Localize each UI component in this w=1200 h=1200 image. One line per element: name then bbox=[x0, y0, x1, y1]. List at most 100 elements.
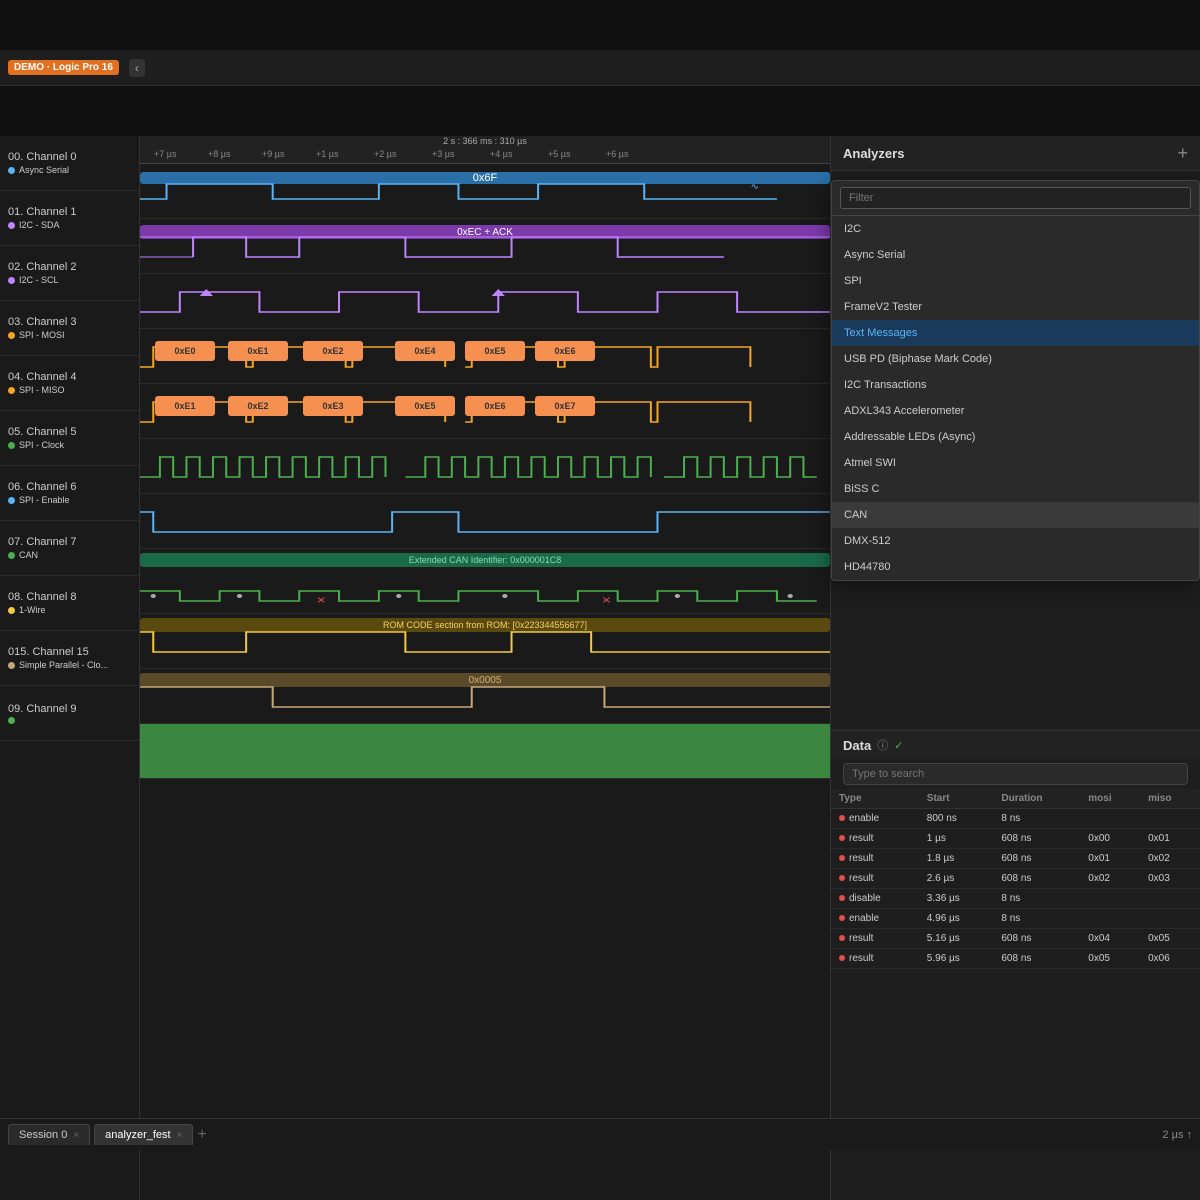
dropdown-item-dmx512[interactable]: DMX-512 bbox=[832, 528, 1199, 554]
channel-color-08 bbox=[8, 607, 15, 614]
cell-duration: 608 ns bbox=[993, 849, 1080, 869]
tab-add-button[interactable]: + bbox=[197, 1126, 206, 1144]
data-header: Data ⓘ ✓ bbox=[831, 731, 1200, 759]
top-bar: DEMO · Logic Pro 16 ‹ bbox=[0, 50, 1200, 86]
waveform-svg-06 bbox=[140, 494, 830, 549]
waveform-svg-02 bbox=[140, 274, 830, 329]
waveform-row-02 bbox=[140, 274, 830, 329]
dropdown-item-spi[interactable]: SPI bbox=[832, 268, 1199, 294]
cell-type: result bbox=[831, 949, 919, 969]
channel-sub-08: 1-Wire bbox=[8, 605, 131, 615]
cell-mosi bbox=[1080, 809, 1140, 829]
channel-item-08: 08. Channel 8 1-Wire bbox=[0, 576, 139, 631]
chip-03-4: 0xE5 bbox=[465, 341, 525, 361]
tab-analyzer-fest-close[interactable]: × bbox=[177, 1130, 183, 1141]
channel-color-05 bbox=[8, 442, 15, 449]
waveform-svg-15 bbox=[140, 669, 830, 724]
table-row: enable 800 ns 8 ns bbox=[831, 809, 1200, 829]
tab-session0-close[interactable]: × bbox=[73, 1130, 79, 1141]
cell-mosi bbox=[1080, 889, 1140, 909]
bottom-bar: Session 0 × analyzer_fest × + 2 µs ↑ bbox=[0, 1118, 1200, 1150]
channel-color-01 bbox=[8, 222, 15, 229]
analyzer-dropdown: I2C Async Serial SPI FrameV2 Tester Text… bbox=[831, 180, 1200, 581]
chip-04-5: 0xE7 bbox=[535, 396, 595, 416]
channel-name-04: 04. Channel 4 bbox=[8, 371, 131, 383]
dropdown-item-usb-pd[interactable]: USB PD (Biphase Mark Code) bbox=[832, 346, 1199, 372]
channel-name-09: 09. Channel 9 bbox=[8, 703, 131, 715]
channel-color-09 bbox=[8, 717, 15, 724]
time-label-5: +3 µs bbox=[432, 149, 454, 159]
cell-type: result bbox=[831, 869, 919, 889]
col-duration: Duration bbox=[993, 789, 1080, 809]
cell-miso: 0x02 bbox=[1140, 849, 1200, 869]
channel-item-03: 03. Channel 3 SPI - MOSI bbox=[0, 301, 139, 356]
demo-badge: DEMO · Logic Pro 16 bbox=[8, 60, 119, 75]
table-row: result 5.96 µs 608 ns 0x05 0x06 bbox=[831, 949, 1200, 969]
cell-mosi: 0x01 bbox=[1080, 849, 1140, 869]
cell-mosi: 0x02 bbox=[1080, 869, 1140, 889]
channel-sub-03: SPI - MOSI bbox=[8, 330, 131, 340]
collapse-button[interactable]: ‹ bbox=[129, 59, 145, 77]
chip-04-0: 0xE1 bbox=[155, 396, 215, 416]
dropdown-item-can[interactable]: CAN bbox=[832, 502, 1199, 528]
waveform-svg-07: × × bbox=[140, 549, 830, 614]
cell-duration: 608 ns bbox=[993, 829, 1080, 849]
dropdown-item-text-messages[interactable]: Text Messages bbox=[832, 320, 1199, 346]
cell-mosi: 0x04 bbox=[1080, 929, 1140, 949]
analyzers-title: Analyzers bbox=[843, 146, 904, 161]
dropdown-item-biss-c[interactable]: BiSS C bbox=[832, 476, 1199, 502]
dropdown-item-framev2[interactable]: FrameV2 Tester bbox=[832, 294, 1199, 320]
dropdown-item-i2c[interactable]: I2C bbox=[832, 216, 1199, 242]
channel-name-03: 03. Channel 3 bbox=[8, 316, 131, 328]
cell-start: 3.36 µs bbox=[919, 889, 994, 909]
cell-type: result bbox=[831, 929, 919, 949]
chip-03-3: 0xE4 bbox=[395, 341, 455, 361]
col-start: Start bbox=[919, 789, 994, 809]
chip-03-2: 0xE2 bbox=[303, 341, 363, 361]
cell-duration: 8 ns bbox=[993, 889, 1080, 909]
dropdown-item-atmel-swi[interactable]: Atmel SWI bbox=[832, 450, 1199, 476]
table-row: disable 3.36 µs 8 ns bbox=[831, 889, 1200, 909]
dropdown-item-adxl343[interactable]: ADXL343 Accelerometer bbox=[832, 398, 1199, 424]
dropdown-item-async-serial[interactable]: Async Serial bbox=[832, 242, 1199, 268]
channel-name-05: 05. Channel 5 bbox=[8, 426, 131, 438]
cell-miso bbox=[1140, 909, 1200, 929]
cell-start: 1 µs bbox=[919, 829, 994, 849]
channel-sub-15: Simple Parallel - Clo... bbox=[8, 660, 131, 670]
cell-mosi bbox=[1080, 909, 1140, 929]
tab-session0[interactable]: Session 0 × bbox=[8, 1124, 90, 1145]
dropdown-item-addressable-leds[interactable]: Addressable LEDs (Async) bbox=[832, 424, 1199, 450]
channel-color-02 bbox=[8, 277, 15, 284]
tab-analyzer-fest[interactable]: analyzer_fest × bbox=[94, 1124, 193, 1145]
cell-type: disable bbox=[831, 889, 919, 909]
channel-name-00: 00. Channel 0 bbox=[8, 151, 131, 163]
cell-miso bbox=[1140, 809, 1200, 829]
add-analyzer-button[interactable]: + bbox=[1177, 144, 1188, 162]
channel-item-00: 00. Channel 0 Async Serial bbox=[0, 136, 139, 191]
waveform-row-04: 0xE1 0xE2 0xE3 0xE5 0xE6 0xE7 bbox=[140, 384, 830, 439]
cell-start: 5.96 µs bbox=[919, 949, 994, 969]
dropdown-item-i2c-transactions[interactable]: I2C Transactions bbox=[832, 372, 1199, 398]
analyzers-header: Analyzers + bbox=[831, 136, 1200, 171]
cell-type: enable bbox=[831, 809, 919, 829]
time-label-8: +6 µs bbox=[606, 149, 628, 159]
data-search-input[interactable] bbox=[843, 763, 1188, 785]
cell-duration: 608 ns bbox=[993, 929, 1080, 949]
channel-item-15: 015. Channel 15 Simple Parallel - Clo... bbox=[0, 631, 139, 686]
cell-type: result bbox=[831, 829, 919, 849]
cell-duration: 608 ns bbox=[993, 949, 1080, 969]
filter-input[interactable] bbox=[840, 187, 1191, 209]
waveform-svg-08 bbox=[140, 614, 830, 669]
dropdown-item-hd44780[interactable]: HD44780 bbox=[832, 554, 1199, 580]
channel-sub-07: CAN bbox=[8, 550, 131, 560]
cell-duration: 8 ns bbox=[993, 809, 1080, 829]
time-center-label: 2 s : 366 ms : 310 µs bbox=[443, 136, 527, 146]
content-area: 00. Channel 0 Async Serial 01. Channel 1… bbox=[0, 136, 1200, 1200]
filter-row bbox=[832, 181, 1199, 216]
channel-item-07: 07. Channel 7 CAN bbox=[0, 521, 139, 576]
chip-04-3: 0xE5 bbox=[395, 396, 455, 416]
wave-label-09 bbox=[140, 724, 830, 778]
chip-03-5: 0xE6 bbox=[535, 341, 595, 361]
waveform-row-00: 0x6F ∿ bbox=[140, 164, 830, 219]
channel-item-02: 02. Channel 2 I2C - SCL bbox=[0, 246, 139, 301]
